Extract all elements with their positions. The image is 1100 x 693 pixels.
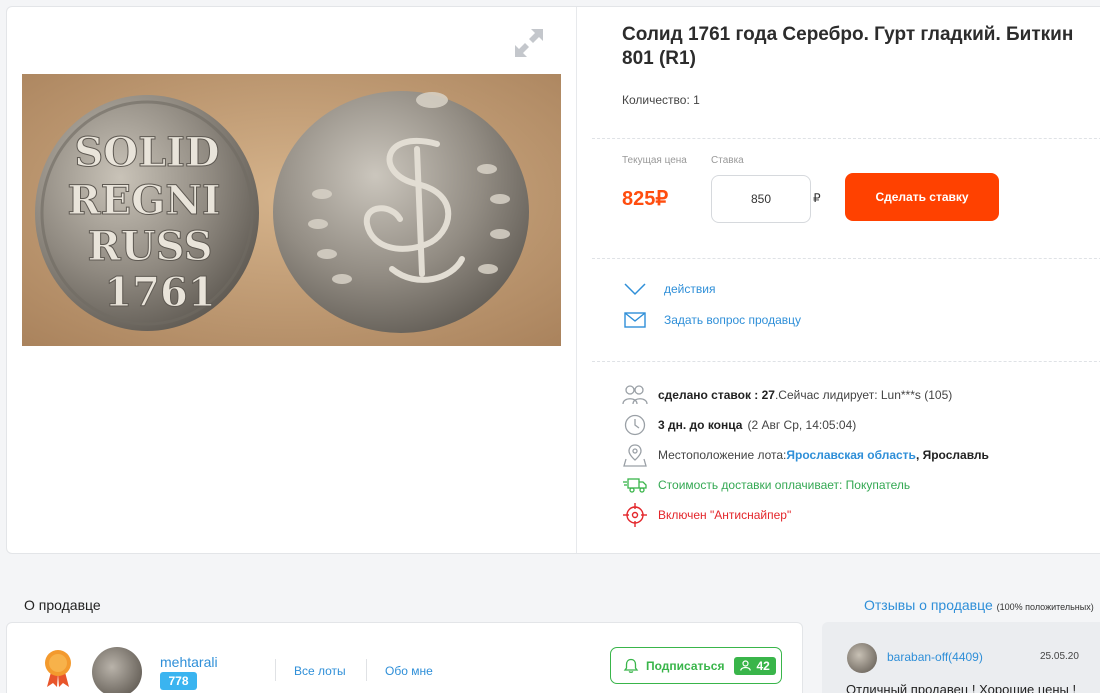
svg-text:REGNI: REGNI [67, 177, 220, 224]
seller-section-title: О продавце [24, 597, 101, 613]
location-pin-icon [622, 442, 648, 468]
bell-icon [623, 658, 639, 673]
ask-seller-link[interactable]: Задать вопрос продавцу [624, 312, 801, 328]
users-icon [622, 382, 648, 408]
svg-text:1761: 1761 [104, 269, 215, 316]
place-bid-button[interactable]: Сделать ставку [845, 173, 999, 221]
divider [592, 361, 1100, 362]
time-left: 3 дн. до конца [658, 418, 743, 432]
actions-label: действия [664, 282, 716, 296]
antisniper-text: Включен "Антиснайпер" [658, 508, 792, 522]
subscribe-label: Подписаться [646, 658, 725, 673]
bids-info: сделано ставок : 27 .Сейчас лидирует: Lu… [622, 382, 952, 408]
user-icon [740, 660, 752, 671]
seller-card: mehtarali 778 Все лоты Обо мне Подписать… [6, 622, 803, 693]
bid-label: Ставка [711, 155, 744, 166]
reviewer-avatar [847, 643, 877, 673]
divider [275, 659, 276, 681]
lot-gallery: SOLID REGNI RUSS 1761 [7, 7, 577, 553]
medal-icon [45, 650, 71, 687]
reviews-link-label: Отзывы о продавце [864, 597, 993, 613]
divider [592, 138, 1100, 139]
actions-dropdown[interactable]: действия [624, 282, 715, 296]
bid-input[interactable] [711, 175, 811, 223]
review-card: baraban-off(4409) 25.05.20 Отличный прод… [822, 622, 1100, 693]
envelope-icon [624, 312, 646, 328]
reviews-positive: (100% положительных) [996, 602, 1094, 612]
all-lots-link[interactable]: Все лоты [294, 664, 346, 678]
review-date: 25.05.20 [1040, 651, 1079, 662]
location-info: Местоположение лота: Ярославская область… [622, 442, 989, 468]
seller-rating-badge: 778 [160, 672, 197, 690]
svg-text:RUSS: RUSS [87, 223, 212, 270]
shipping-info: Стоимость доставки оплачивает: Покупател… [622, 472, 910, 498]
ask-seller-label: Задать вопрос продавцу [664, 313, 802, 327]
seller-reviews-link[interactable]: Отзывы о продавце (100% положительных) [864, 597, 1094, 613]
time-left-info: 3 дн. до конца (2 Авг Ср, 14:05:04) [622, 412, 856, 438]
divider [366, 659, 367, 681]
lot-quantity: Количество: 1 [622, 93, 700, 107]
reviewer-name[interactable]: baraban-off(4409) [887, 650, 983, 664]
current-price-label: Текущая цена [622, 155, 687, 166]
about-seller-link[interactable]: Обо мне [385, 664, 433, 678]
truck-icon [622, 472, 648, 498]
location-city: , Ярославль [915, 448, 989, 462]
bids-count: сделано ставок : 27 [658, 388, 775, 402]
svg-text:SOLID: SOLID [74, 129, 219, 176]
subscribe-button[interactable]: Подписаться 42 [610, 647, 782, 684]
seller-name[interactable]: mehtarali [160, 654, 218, 670]
review-text: Отличный продавец ! Хорошие цены ! [846, 682, 1077, 693]
crosshair-icon [622, 502, 648, 528]
bid-currency: ₽ [813, 191, 821, 205]
end-time: (2 Авг Ср, 14:05:04) [747, 418, 857, 432]
expand-icon[interactable] [509, 25, 549, 61]
lot-title: Солид 1761 года Серебро. Гурт гладкий. Б… [622, 24, 1074, 69]
shipping-text: Стоимость доставки оплачивает: Покупател… [658, 478, 911, 492]
coin-photo[interactable]: SOLID REGNI RUSS 1761 [22, 74, 561, 346]
location-label: Местоположение лота: [658, 448, 787, 462]
location-region-link[interactable]: Ярославская область [786, 448, 916, 462]
chevron-down-icon [624, 283, 646, 296]
subscribers-count-value: 42 [756, 658, 770, 673]
clock-icon [622, 412, 648, 438]
seller-avatar[interactable] [92, 647, 142, 693]
lot-info: Солид 1761 года Серебро. Гурт гладкий. Б… [592, 7, 1100, 553]
subscribers-count: 42 [734, 656, 776, 675]
current-price: 825₽ [622, 188, 669, 210]
lot-card: SOLID REGNI RUSS 1761 Солид 1761 года Се… [6, 6, 1100, 554]
leader-text: .Сейчас лидирует: Lun***s (105) [774, 388, 953, 402]
antisniper-info: Включен "Антиснайпер" [622, 502, 791, 528]
divider [592, 258, 1100, 259]
